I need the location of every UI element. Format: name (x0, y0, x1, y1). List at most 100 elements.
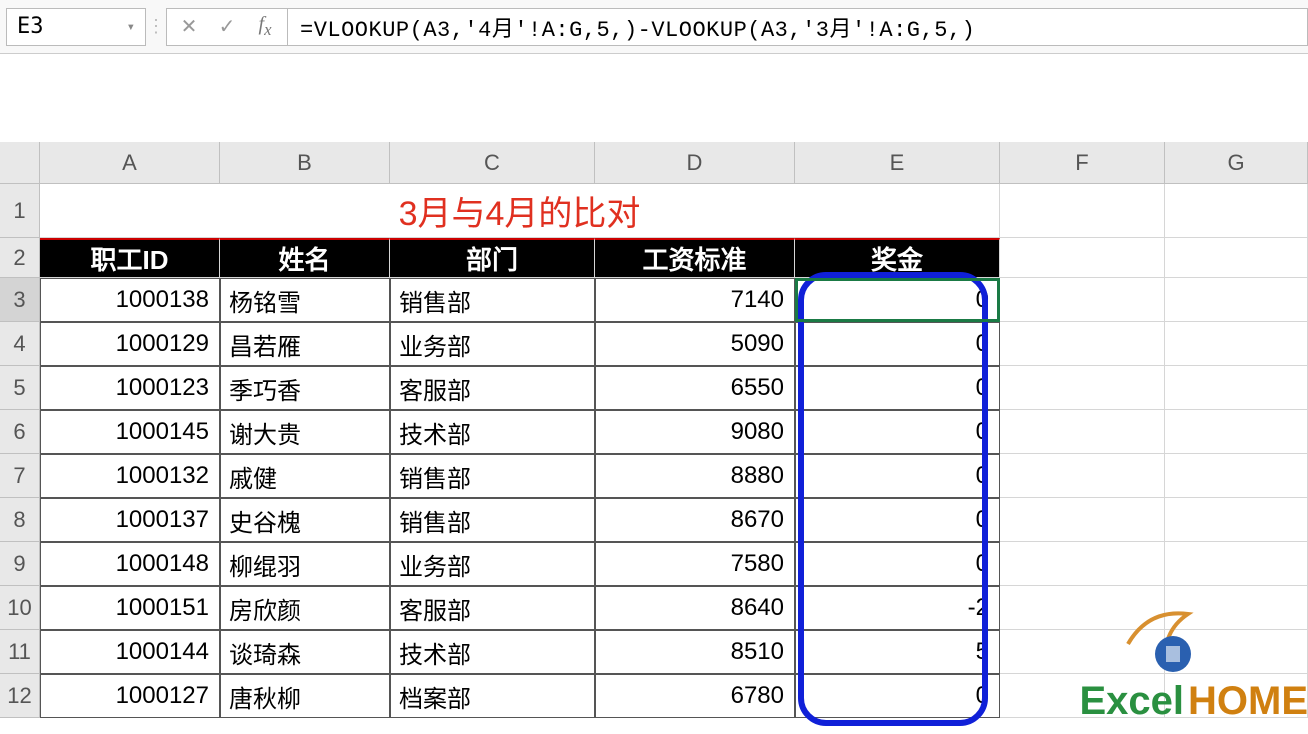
cell-E6[interactable]: 0 (795, 410, 1000, 454)
cell-F6[interactable] (1000, 410, 1165, 454)
cell-G4[interactable] (1165, 322, 1308, 366)
cell-F1[interactable] (1000, 184, 1165, 238)
cell-C5[interactable]: 客服部 (390, 366, 595, 410)
cell-D12[interactable]: 6780 (595, 674, 795, 718)
col-header-C[interactable]: C (390, 142, 595, 184)
cell-D7[interactable]: 8880 (595, 454, 795, 498)
cell-B10[interactable]: 房欣颜 (220, 586, 390, 630)
cell-A4[interactable]: 1000129 (40, 322, 220, 366)
col-header-D[interactable]: D (595, 142, 795, 184)
cell-E12[interactable]: 0 (795, 674, 1000, 718)
chevron-down-icon[interactable]: ▾ (127, 19, 135, 35)
row-header-2[interactable]: 2 (0, 238, 40, 278)
cell-F4[interactable] (1000, 322, 1165, 366)
cell-D4[interactable]: 5090 (595, 322, 795, 366)
cell-F3[interactable] (1000, 278, 1165, 322)
row-header-11[interactable]: 11 (0, 630, 40, 674)
col-header-E[interactable]: E (795, 142, 1000, 184)
cell-A9[interactable]: 1000148 (40, 542, 220, 586)
cell-C9[interactable]: 业务部 (390, 542, 595, 586)
row-header-7[interactable]: 7 (0, 454, 40, 498)
cell-E5[interactable]: 0 (795, 366, 1000, 410)
cell-A7[interactable]: 1000132 (40, 454, 220, 498)
cell-A12[interactable]: 1000127 (40, 674, 220, 718)
cell-E10[interactable]: -2 (795, 586, 1000, 630)
cell-G3[interactable] (1165, 278, 1308, 322)
cell-A11[interactable]: 1000144 (40, 630, 220, 674)
cell-C10[interactable]: 客服部 (390, 586, 595, 630)
cell-A10[interactable]: 1000151 (40, 586, 220, 630)
cell-G7[interactable] (1165, 454, 1308, 498)
cell-D10[interactable]: 8640 (595, 586, 795, 630)
cell-E8[interactable]: 0 (795, 498, 1000, 542)
cell-F7[interactable] (1000, 454, 1165, 498)
cell-G2[interactable] (1165, 238, 1308, 278)
cell-G6[interactable] (1165, 410, 1308, 454)
cell-B3[interactable]: 杨铭雪 (220, 278, 390, 322)
row-header-5[interactable]: 5 (0, 366, 40, 410)
cell-C12[interactable]: 档案部 (390, 674, 595, 718)
cell-G1[interactable] (1165, 184, 1308, 238)
fx-icon[interactable]: fx (255, 13, 275, 40)
cell-C11[interactable]: 技术部 (390, 630, 595, 674)
cell-C3[interactable]: 销售部 (390, 278, 595, 322)
row-header-12[interactable]: 12 (0, 674, 40, 718)
cell-D6[interactable]: 9080 (595, 410, 795, 454)
cell-F5[interactable] (1000, 366, 1165, 410)
cell-A8[interactable]: 1000137 (40, 498, 220, 542)
cell-B7[interactable]: 戚健 (220, 454, 390, 498)
row-header-4[interactable]: 4 (0, 322, 40, 366)
enter-icon[interactable]: ✓ (217, 14, 237, 39)
col-header-F[interactable]: F (1000, 142, 1165, 184)
row-header-6[interactable]: 6 (0, 410, 40, 454)
cell-B9[interactable]: 柳绲羽 (220, 542, 390, 586)
hdr-dept[interactable]: 部门 (390, 238, 595, 278)
row-header-1[interactable]: 1 (0, 184, 40, 238)
spreadsheet-grid[interactable]: A B C D E F G 1 3月与4月的比对 2 职工ID 姓名 部门 工资… (0, 142, 1308, 718)
cell-D9[interactable]: 7580 (595, 542, 795, 586)
formula-input[interactable]: =VLOOKUP(A3,'4月'!A:G,5,)-VLOOKUP(A3,'3月'… (287, 8, 1308, 46)
cell-B4[interactable]: 昌若雁 (220, 322, 390, 366)
cell-A6[interactable]: 1000145 (40, 410, 220, 454)
cell-B5[interactable]: 季巧香 (220, 366, 390, 410)
cancel-icon[interactable]: ✕ (179, 14, 199, 39)
cell-E11[interactable]: 5 (795, 630, 1000, 674)
cell-D8[interactable]: 8670 (595, 498, 795, 542)
row-header-9[interactable]: 9 (0, 542, 40, 586)
cell-D5[interactable]: 6550 (595, 366, 795, 410)
cell-G5[interactable] (1165, 366, 1308, 410)
cell-E7[interactable]: 0 (795, 454, 1000, 498)
cell-E4[interactable]: 0 (795, 322, 1000, 366)
title-cell[interactable]: 3月与4月的比对 (40, 184, 1000, 238)
cell-B8[interactable]: 史谷槐 (220, 498, 390, 542)
cell-B6[interactable]: 谢大贵 (220, 410, 390, 454)
cell-B12[interactable]: 唐秋柳 (220, 674, 390, 718)
hdr-bonus[interactable]: 奖金 (795, 238, 1000, 278)
cell-D3[interactable]: 7140 (595, 278, 795, 322)
cell-B11[interactable]: 谈琦森 (220, 630, 390, 674)
select-all-corner[interactable] (0, 142, 40, 184)
hdr-salary[interactable]: 工资标准 (595, 238, 795, 278)
hdr-id[interactable]: 职工ID (40, 238, 220, 278)
cell-C4[interactable]: 业务部 (390, 322, 595, 366)
row-header-3[interactable]: 3 (0, 278, 40, 322)
cell-C6[interactable]: 技术部 (390, 410, 595, 454)
hdr-name[interactable]: 姓名 (220, 238, 390, 278)
col-header-G[interactable]: G (1165, 142, 1308, 184)
name-box[interactable]: E3 ▾ (6, 8, 146, 46)
cell-F9[interactable] (1000, 542, 1165, 586)
col-header-A[interactable]: A (40, 142, 220, 184)
cell-E9[interactable]: 0 (795, 542, 1000, 586)
col-header-B[interactable]: B (220, 142, 390, 184)
cell-F2[interactable] (1000, 238, 1165, 278)
cell-E3[interactable]: 0 (795, 278, 1000, 322)
cell-F8[interactable] (1000, 498, 1165, 542)
cell-G9[interactable] (1165, 542, 1308, 586)
cell-A5[interactable]: 1000123 (40, 366, 220, 410)
cell-A3[interactable]: 1000138 (40, 278, 220, 322)
cell-C8[interactable]: 销售部 (390, 498, 595, 542)
row-header-8[interactable]: 8 (0, 498, 40, 542)
cell-C7[interactable]: 销售部 (390, 454, 595, 498)
row-header-10[interactable]: 10 (0, 586, 40, 630)
cell-D11[interactable]: 8510 (595, 630, 795, 674)
